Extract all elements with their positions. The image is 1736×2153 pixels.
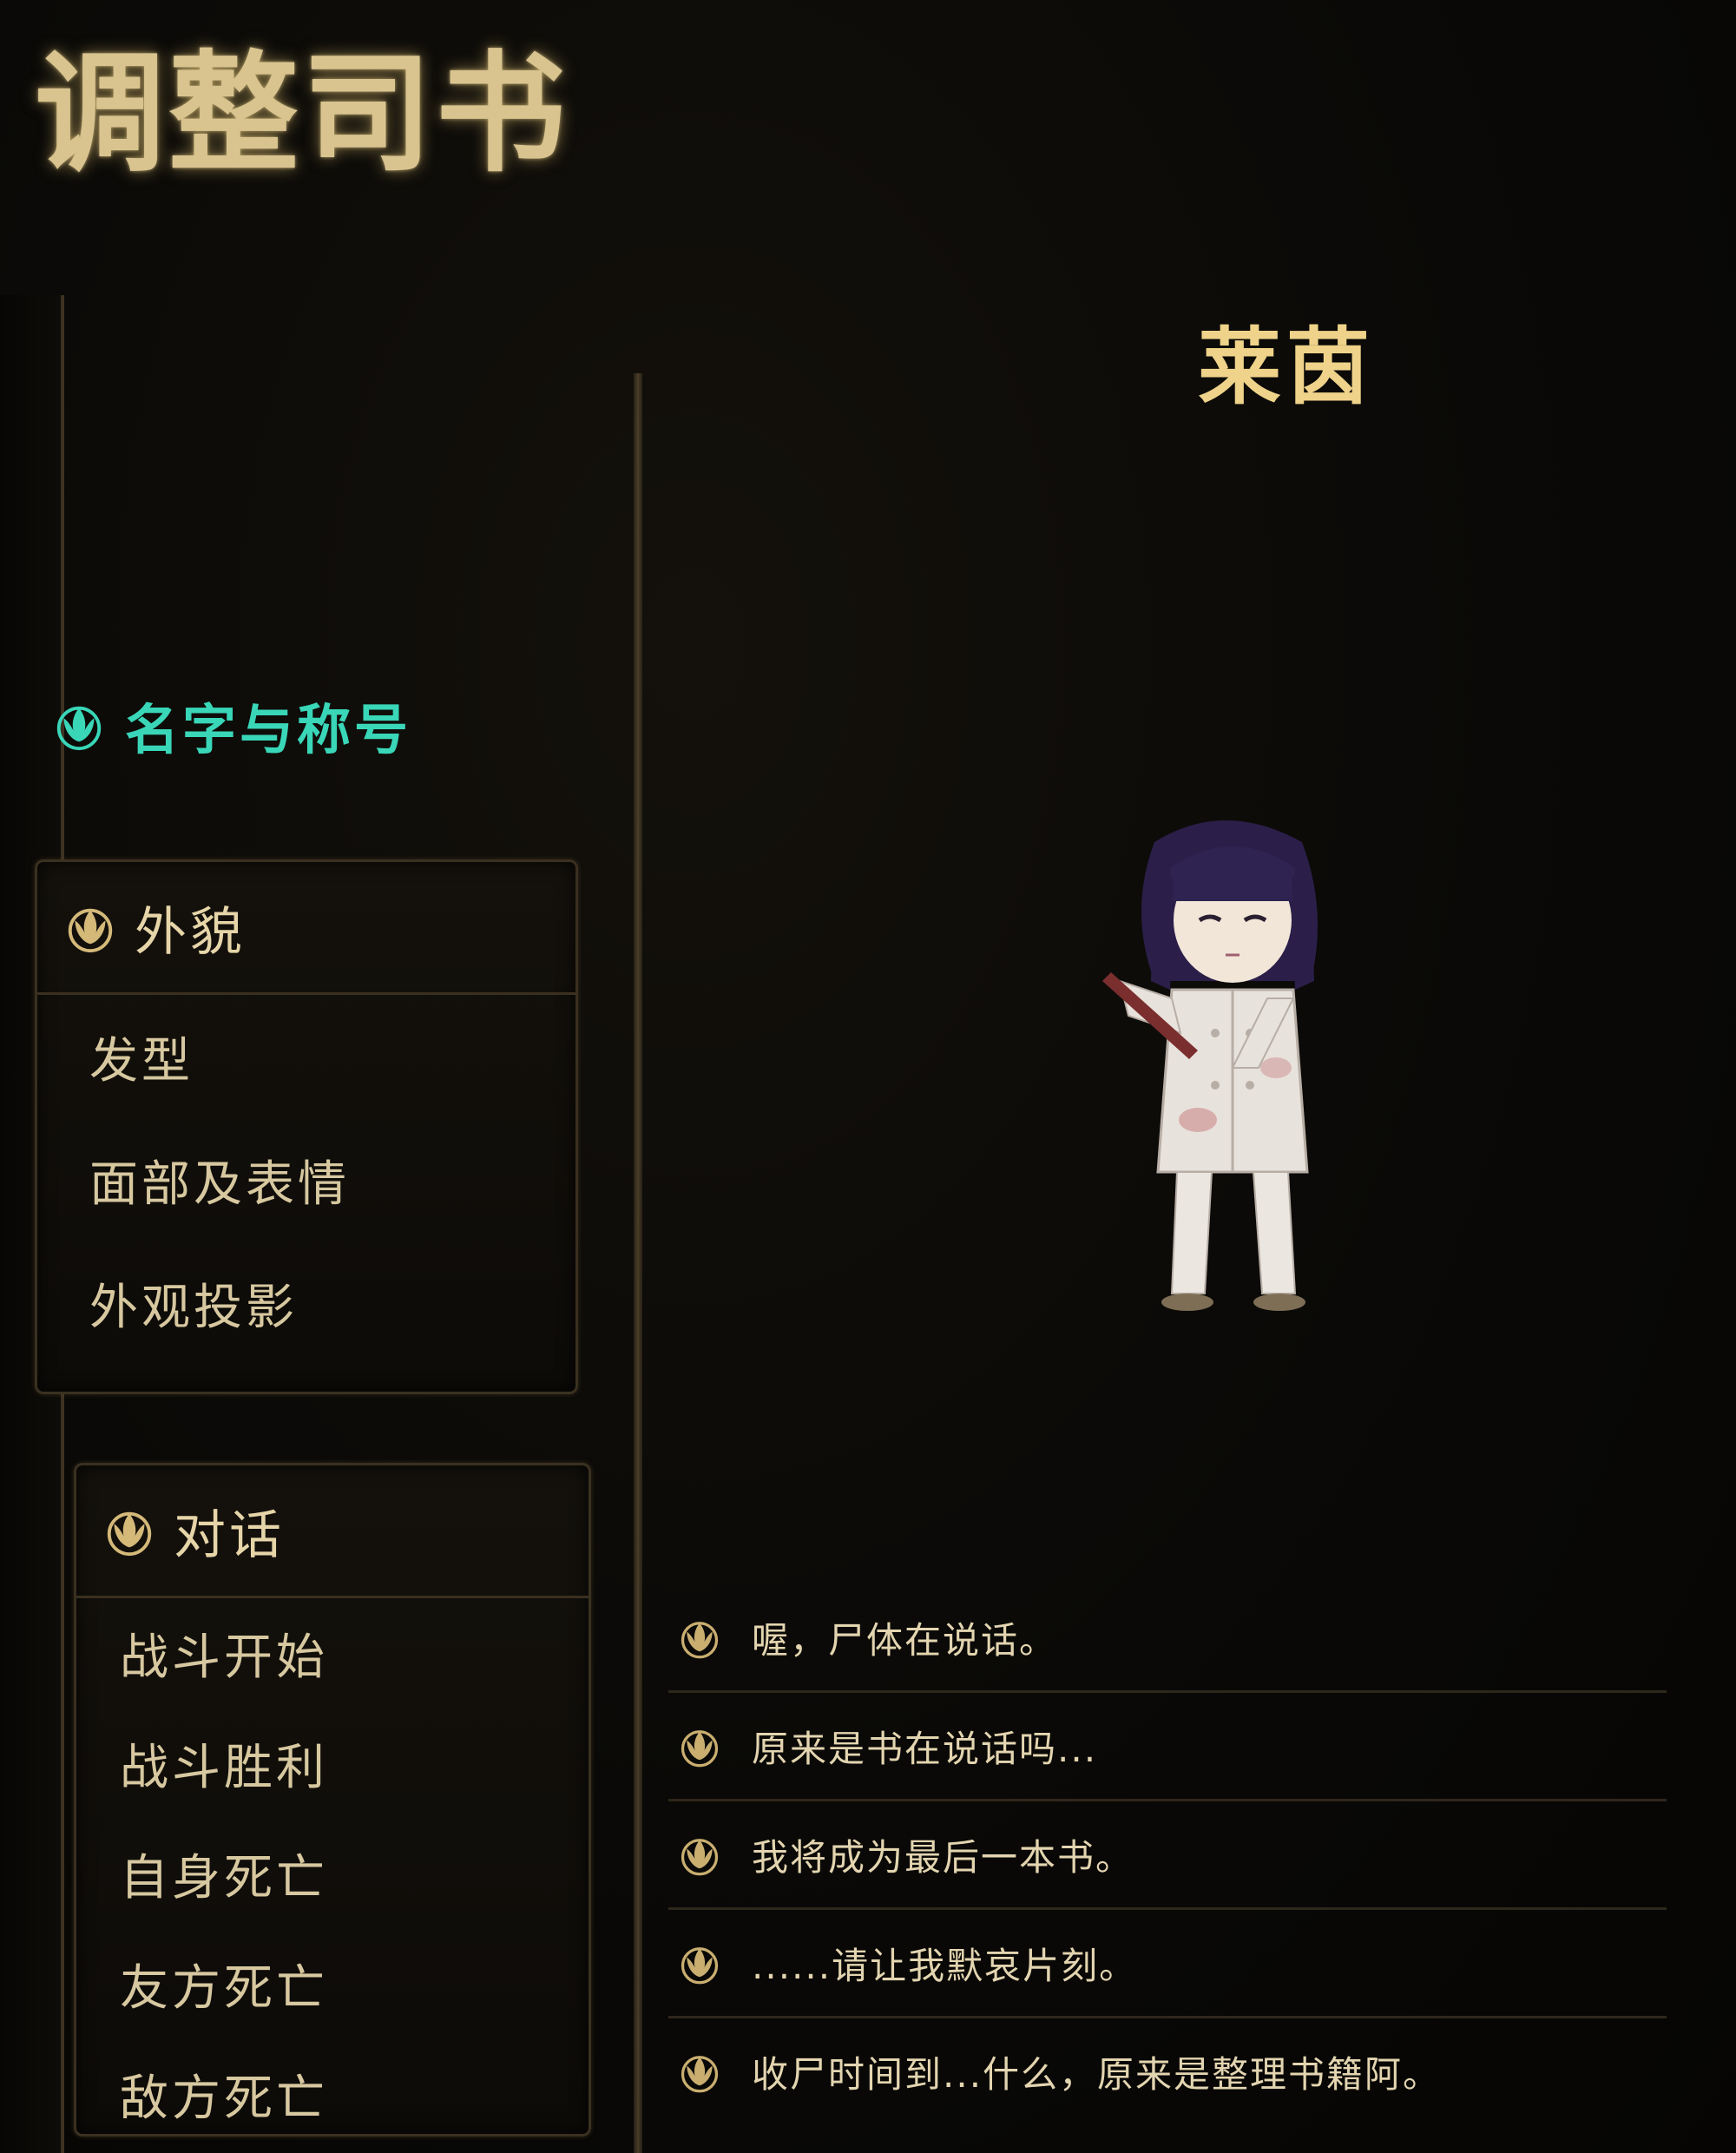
lotus-icon (681, 1730, 719, 1768)
lotus-icon (681, 1947, 719, 1985)
appearance-header[interactable]: 外貌 (37, 862, 575, 995)
character-sprite (1102, 820, 1318, 1311)
dialogue-line-text: 我将成为最后一本书。 (752, 1835, 1134, 1879)
nav-item-enemy-death[interactable]: 敌方死亡 (76, 2039, 589, 2150)
nav-item-battle-start[interactable]: 战斗开始 (76, 1598, 589, 1709)
nav-item-face-expression[interactable]: 面部及表情 (37, 1118, 575, 1241)
dialogue-line-text: ......请让我默哀片刻。 (752, 1944, 1138, 1987)
column-divider (634, 373, 642, 2153)
nav-item-name-and-title[interactable]: 名字与称号 (52, 686, 573, 764)
dialogue-header-label: 对话 (174, 1504, 285, 1566)
nav-item-hairstyle[interactable]: 发型 (37, 995, 575, 1118)
dialogue-line[interactable]: 收尸时间到...什么，原来是整理书籍阿。 (668, 2018, 1667, 2124)
nav-item-appearance-projection[interactable]: 外观投影 (37, 1241, 575, 1365)
character-name: 莱茵 (1198, 319, 1375, 416)
nav-item-label: 名字与称号 (125, 698, 412, 761)
dialogue-line-text: 原来是书在说话吗... (752, 1727, 1098, 1770)
lotus-icon (56, 706, 102, 751)
appearance-header-label: 外貌 (135, 901, 246, 963)
nav-item-ally-death[interactable]: 友方死亡 (76, 1929, 589, 2039)
nav-item-battle-victory[interactable]: 战斗胜利 (76, 1709, 589, 1819)
lotus-icon (681, 1839, 719, 1876)
lotus-icon (107, 1511, 152, 1557)
page-title: 调整司书 (35, 37, 570, 190)
dialogue-header[interactable]: 对话 (76, 1465, 589, 1598)
appearance-panel: 外貌 发型 面部及表情 外观投影 (35, 859, 578, 1394)
dialogue-line[interactable]: 喔，尸体在说话。 (668, 1584, 1667, 1693)
dialogue-line-text: 收尸时间到...什么，原来是整理书籍阿。 (752, 2052, 1442, 2096)
dialogue-line-list: 喔，尸体在说话。 原来是书在说话吗... 我将成为最后一本书。 ......请让… (668, 1584, 1667, 2124)
dialogue-line-text: 喔，尸体在说话。 (752, 1618, 1058, 1662)
lotus-icon (681, 1622, 719, 1659)
dialogue-panel: 对话 战斗开始 战斗胜利 自身死亡 友方死亡 敌方死亡 (74, 1463, 591, 2137)
dialogue-line[interactable]: ......请让我默哀片刻。 (668, 1910, 1667, 2018)
nav-item-self-death[interactable]: 自身死亡 (76, 1819, 589, 1929)
customize-librarian-screen: 调整司书 名字与称号 外貌 发型 面部及表情 外观投影 对话 战斗开始 战斗胜利… (0, 0, 1736, 2153)
lotus-icon (681, 2056, 719, 2093)
dialogue-line[interactable]: 我将成为最后一本书。 (668, 1801, 1667, 1910)
dialogue-line[interactable]: 原来是书在说话吗... (668, 1693, 1667, 1801)
lotus-icon (68, 908, 113, 953)
